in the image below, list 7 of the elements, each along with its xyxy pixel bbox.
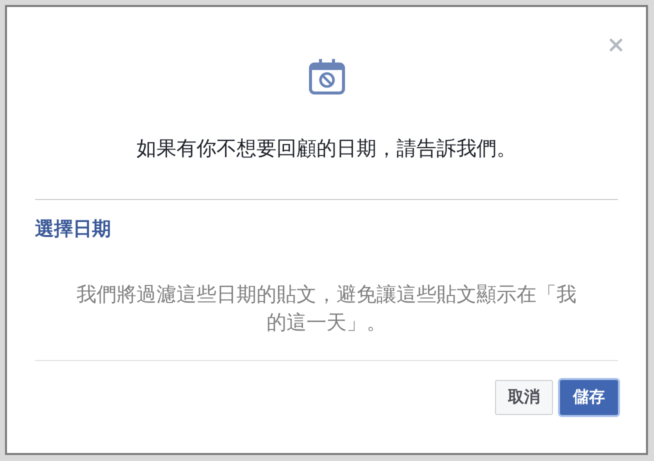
section-title: 選擇日期 <box>35 217 111 242</box>
description: 我們將過濾這些日期的貼文，避免讓這些貼文顯示在「我的這一天」。 <box>76 281 576 336</box>
close-icon[interactable] <box>609 38 623 52</box>
cancel-button[interactable]: 取消 <box>495 380 553 415</box>
calendar-blocked-icon <box>308 59 344 95</box>
dialog-message: 如果有你不想要回顧的日期，請告訴我們。 <box>136 135 516 162</box>
save-button[interactable]: 儲存 <box>560 380 618 415</box>
